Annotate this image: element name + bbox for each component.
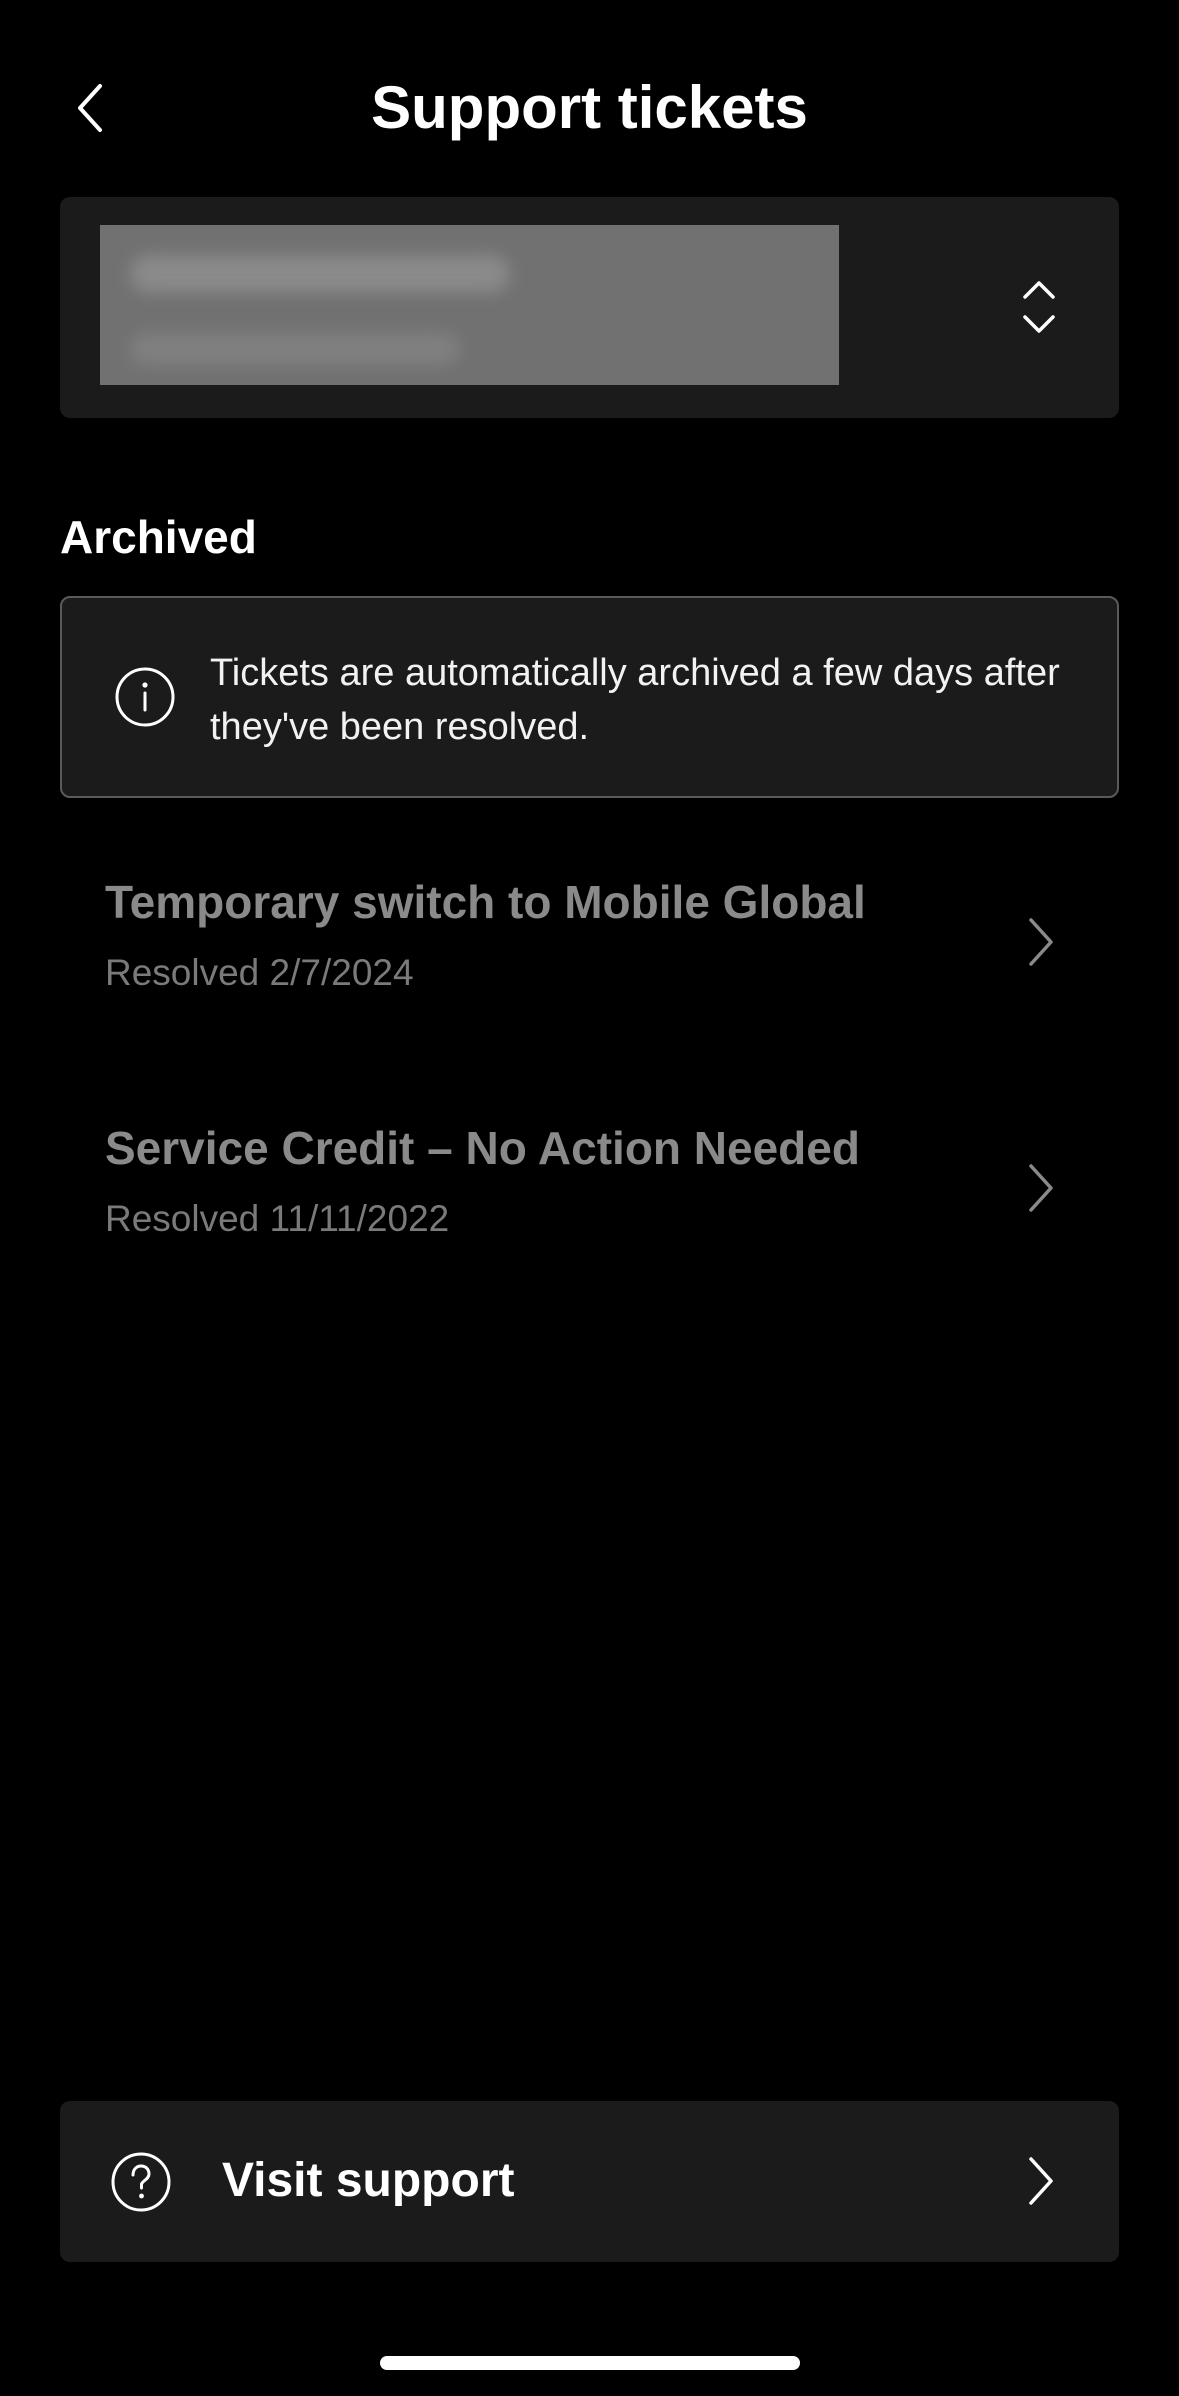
- archive-info-banner: Tickets are automatically archived a few…: [60, 596, 1119, 798]
- chevron-right-icon: [1029, 1164, 1053, 1212]
- ticket-item[interactable]: Temporary switch to Mobile Global Resolv…: [60, 862, 1119, 1022]
- chevron-right-icon: [1029, 2157, 1053, 2205]
- ticket-status: Resolved 2/7/2024: [105, 952, 414, 993]
- redacted-account-info: [100, 225, 839, 385]
- visit-support-button[interactable]: Visit support: [60, 2101, 1119, 2262]
- ticket-status: Resolved 11/11/2022: [105, 1198, 450, 1239]
- ticket-title: Temporary switch to Mobile Global: [105, 876, 866, 928]
- question-circle-icon: [111, 2152, 171, 2212]
- chevron-right-icon: [1029, 918, 1053, 966]
- page-title: Support tickets: [371, 74, 808, 141]
- ticket-title: Service Credit – No Action Needed: [105, 1122, 860, 1174]
- visit-support-label: Visit support: [222, 2154, 515, 2207]
- home-indicator[interactable]: [380, 2356, 800, 2370]
- archive-info-text: Tickets are automatically archived a few…: [210, 652, 1060, 748]
- info-icon: [115, 667, 175, 727]
- chevron-up-down-icon: [1023, 281, 1055, 333]
- ticket-item[interactable]: Service Credit – No Action Needed Resolv…: [60, 1108, 1119, 1268]
- account-selector[interactable]: [60, 197, 1119, 418]
- archived-heading: Archived: [60, 511, 257, 563]
